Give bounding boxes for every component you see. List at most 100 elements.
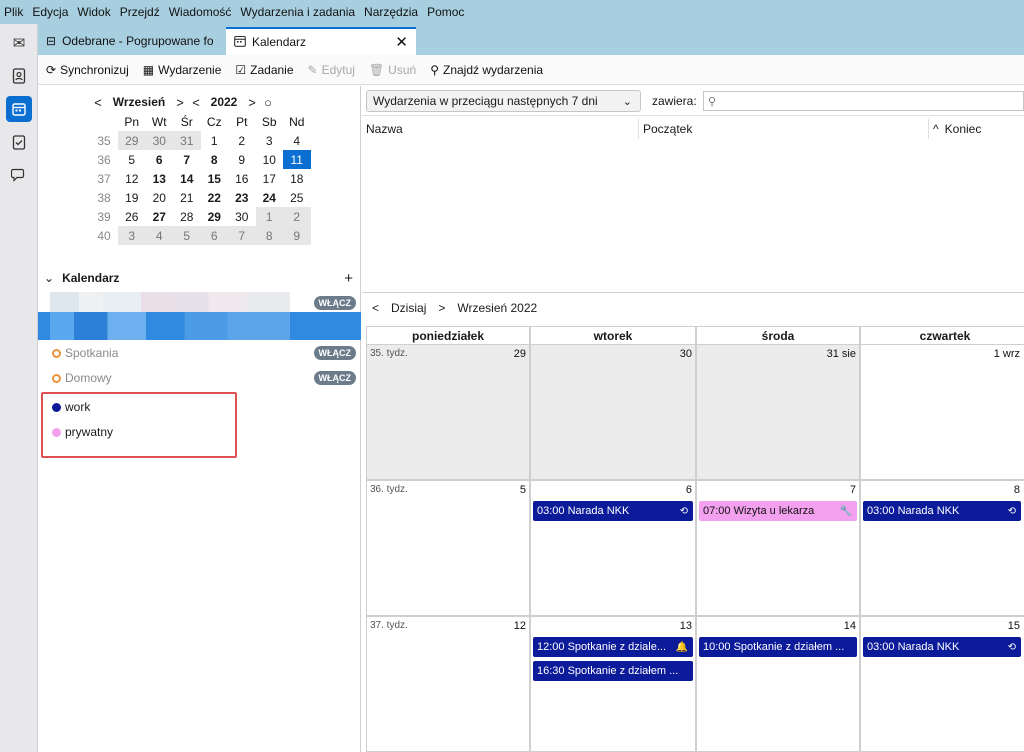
minimonth-day[interactable]: 22 [201, 188, 229, 207]
minimonth-day[interactable]: 29 [201, 207, 229, 226]
day-cell[interactable]: 14 10:00 Spotkanie z działem ... [696, 616, 860, 752]
tab-calendar[interactable]: Kalendarz ✕ [226, 27, 416, 55]
minimonth-day[interactable]: 6 [200, 226, 228, 245]
calendar-icon[interactable] [6, 96, 32, 122]
menu-file[interactable]: Plik [4, 5, 23, 19]
minimonth-day[interactable]: 4 [283, 131, 311, 150]
column-end[interactable]: ^ Koniec [929, 119, 1024, 139]
menu-tools[interactable]: Narzędzia [364, 5, 418, 19]
enable-calendar-button[interactable]: WŁĄCZ [313, 371, 356, 385]
enable-calendar-button[interactable]: WŁĄCZ [313, 296, 356, 310]
minimonth-day[interactable]: 6 [146, 150, 174, 169]
prev-month-button[interactable]: < [90, 95, 106, 110]
chevron-down-icon[interactable]: ⌄ [44, 271, 54, 285]
mail-icon[interactable]: ✉ [6, 30, 32, 56]
minimonth-day[interactable]: 28 [173, 207, 201, 226]
day-cell[interactable]: 35. tydz. 29 [366, 344, 530, 480]
minimonth-day[interactable]: 3 [118, 226, 146, 245]
sync-button[interactable]: ⟳ Synchronizuj [46, 63, 129, 77]
next-month-button[interactable]: > [172, 95, 188, 110]
calendar-item-domowy[interactable]: Domowy [38, 366, 361, 390]
event-item[interactable]: 07:00 Wizyta u lekarza 🔧 [699, 501, 857, 521]
minimonth-day[interactable]: 8 [201, 150, 229, 169]
minimonth-month[interactable]: Wrzesień [106, 95, 172, 109]
event-item[interactable]: 03:00 Narada NKK ⟲ [533, 501, 693, 521]
menu-help[interactable]: Pomoc [427, 5, 464, 19]
event-filter-select[interactable]: Wydarzenia w przeciągu następnych 7 dni … [366, 90, 641, 112]
selected-calendar-row[interactable] [38, 312, 361, 340]
event-item[interactable]: 03:00 Narada NKK ⟲ [863, 501, 1021, 521]
minimonth-day[interactable]: 15 [201, 169, 229, 188]
minimonth-day[interactable]: 9 [283, 226, 311, 245]
minimonth-day[interactable]: 29 [118, 131, 146, 150]
minimonth-day[interactable]: 14 [173, 169, 201, 188]
day-cell[interactable]: 6 03:00 Narada NKK ⟲ [530, 480, 696, 616]
minimonth-day[interactable]: 17 [256, 169, 284, 188]
menu-view[interactable]: Widok [77, 5, 110, 19]
today-circle-icon[interactable]: ○ [260, 95, 276, 110]
minimonth-day[interactable]: 1 [255, 207, 283, 226]
prev-period-button[interactable]: < [372, 301, 379, 315]
tasks-icon[interactable] [6, 129, 32, 155]
minimonth-day[interactable]: 7 [173, 150, 201, 169]
search-input[interactable]: ⚲ [703, 91, 1024, 111]
minimonth-day[interactable]: 27 [146, 207, 174, 226]
day-cell[interactable]: 8 03:00 Narada NKK ⟲ [860, 480, 1024, 616]
minimonth-day[interactable]: 9 [228, 150, 256, 169]
edit-button[interactable]: ✎ Edytuj [308, 63, 355, 77]
minimonth-day[interactable]: 30 [228, 207, 256, 226]
find-events-button[interactable]: ⚲ Znajdź wydarzenia [430, 63, 543, 77]
prev-year-button[interactable]: < [188, 95, 204, 110]
today-button[interactable]: Dzisiaj [391, 301, 426, 315]
minimonth-day[interactable]: 25 [283, 188, 311, 207]
next-period-button[interactable]: > [438, 301, 445, 315]
minimonth-day[interactable]: 30 [145, 131, 173, 150]
minimonth-day[interactable]: 16 [228, 169, 256, 188]
enable-calendar-button[interactable]: WŁĄCZ [313, 346, 356, 360]
minimonth-day[interactable]: 24 [256, 188, 284, 207]
event-item[interactable]: 16:30 Spotkanie z działem ... [533, 661, 693, 681]
new-event-button[interactable]: ▦ Wydarzenie [143, 63, 222, 77]
minimonth-day[interactable]: 2 [228, 131, 256, 150]
day-cell[interactable]: 7 07:00 Wizyta u lekarza 🔧 [696, 480, 860, 616]
event-item[interactable]: 12:00 Spotkanie z dziale... 🔔 [533, 637, 693, 657]
column-start[interactable]: Początek [639, 119, 929, 139]
delete-button[interactable]: 🗑 Usuń [369, 63, 416, 77]
minimonth-day[interactable]: 7 [228, 226, 256, 245]
day-cell[interactable]: 15 03:00 Narada NKK ⟲ [860, 616, 1024, 752]
day-cell[interactable]: 30 [530, 344, 696, 480]
tab-inbox[interactable]: ⊟ Odebrane - Pogrupowane fo [38, 27, 226, 55]
minimonth-day[interactable]: 13 [146, 169, 174, 188]
minimonth-day[interactable]: 3 [256, 131, 284, 150]
event-item[interactable]: 10:00 Spotkanie z działem ... [699, 637, 857, 657]
minimonth-day[interactable]: 19 [118, 188, 146, 207]
menu-events-tasks[interactable]: Wydarzenia i zadania [240, 5, 355, 19]
next-year-button[interactable]: > [244, 95, 260, 110]
minimonth-day[interactable]: 23 [228, 188, 256, 207]
close-icon[interactable]: ✕ [395, 33, 408, 51]
minimonth-day-today[interactable]: 11 [283, 150, 311, 169]
chat-icon[interactable] [6, 162, 32, 188]
day-cell[interactable]: 36. tydz. 5 [366, 480, 530, 616]
column-name[interactable]: Nazwa [362, 119, 639, 139]
day-cell[interactable]: 1 wrz [860, 344, 1024, 480]
day-cell[interactable]: 31 sie [696, 344, 860, 480]
menu-edit[interactable]: Edycja [32, 5, 68, 19]
minimonth-day[interactable]: 18 [283, 169, 311, 188]
minimonth-day[interactable]: 10 [256, 150, 284, 169]
menu-go[interactable]: Przejdź [120, 5, 160, 19]
minimonth-day[interactable]: 26 [118, 207, 146, 226]
minimonth-year[interactable]: 2022 [204, 95, 244, 109]
minimonth-day[interactable]: 5 [118, 150, 146, 169]
minimonth-day[interactable]: 31 [173, 131, 201, 150]
minimonth-day[interactable]: 12 [118, 169, 146, 188]
add-calendar-icon[interactable]: + [344, 270, 353, 287]
calendar-item-spotkania[interactable]: Spotkania [38, 341, 361, 365]
minimonth-day[interactable]: 20 [146, 188, 174, 207]
minimonth-day[interactable]: 1 [201, 131, 229, 150]
minimonth-day[interactable]: 5 [173, 226, 201, 245]
menu-message[interactable]: Wiadomość [169, 5, 232, 19]
minimonth-day[interactable]: 21 [173, 188, 201, 207]
calendar-list-header[interactable]: ⌄ Kalendarz + [38, 266, 361, 290]
day-cell[interactable]: 37. tydz. 12 [366, 616, 530, 752]
